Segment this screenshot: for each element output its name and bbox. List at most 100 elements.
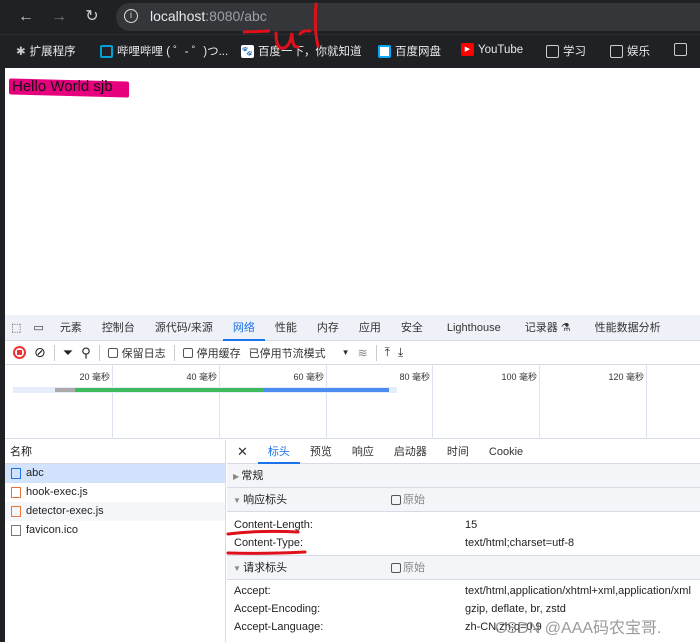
tab-lighthouse[interactable]: Lighthouse — [433, 315, 515, 341]
tab-sources[interactable]: 源代码/来源 — [145, 315, 223, 341]
tab-headers[interactable]: 标头 — [257, 440, 300, 464]
header-value: text/html,application/xhtml+xml,applicat… — [465, 585, 691, 597]
network-overview[interactable]: 20 毫秒 40 毫秒 60 毫秒 80 毫秒 100 毫秒 120 毫秒 — [5, 365, 700, 439]
bookmark-baidu[interactable]: 🐾 百度一下，你就知道 — [241, 43, 362, 59]
tab-preview[interactable]: 预览 — [300, 439, 342, 465]
tab-timing[interactable]: 时间 — [437, 439, 479, 465]
request-row[interactable]: abc — [5, 464, 225, 483]
back-button[interactable]: ← — [15, 6, 37, 28]
section-general[interactable]: ▶ 常规 — [227, 464, 700, 488]
folder-icon — [674, 43, 687, 56]
request-row[interactable]: detector-exec.js — [5, 502, 225, 521]
bookmark-extensions[interactable]: ✱ 扩展程序 — [16, 43, 76, 59]
tab-recorder[interactable]: 记录器 ⚗ — [515, 315, 581, 341]
script-icon — [11, 487, 21, 498]
tab-cookie[interactable]: Cookie — [479, 439, 533, 465]
folder-icon — [610, 44, 623, 58]
network-toolbar: ⊘ ⏷ ⚲ 保留日志 停用缓存 已停用节流模式 ▼ ≋ ⤒ ⤓ — [5, 341, 700, 365]
record-stop-icon[interactable] — [13, 346, 26, 359]
throttle-select[interactable]: 已停用节流模式 ▼ — [249, 345, 350, 361]
device-toolbar-icon[interactable]: ▭ — [27, 315, 49, 341]
close-icon[interactable]: ✕ — [227, 439, 258, 465]
baidu-netdisk-icon — [378, 44, 391, 58]
request-details: ✕ 标头 预览 响应 启动器 时间 Cookie ▶ 常规 ▼ 响应标头 原始 … — [227, 440, 700, 642]
throttle-value: 已停用节流模式 — [248, 347, 326, 360]
grid-line — [432, 365, 433, 439]
tab-initiator[interactable]: 启动器 — [384, 439, 437, 465]
detail-tabs: ✕ 标头 预览 响应 启动器 时间 Cookie — [227, 440, 700, 464]
tab-performance-insights[interactable]: 性能数据分析 — [581, 315, 671, 341]
header-name: Content-Length: — [234, 519, 313, 531]
tab-response[interactable]: 响应 — [342, 439, 384, 465]
header-value: 15 — [465, 519, 478, 531]
grid-line — [646, 365, 647, 439]
bookmark-bilibili[interactable]: 哔哩哔哩 ( ゜- ゜)つ... — [100, 43, 228, 59]
request-list: 名称 abc hook-exec.js detector-exec.js fav… — [5, 440, 226, 642]
youtube-icon: ▶ — [461, 43, 474, 56]
request-row[interactable]: hook-exec.js — [5, 483, 225, 502]
devtools-tabs: ⬚ ▭ 元素 控制台 源代码/来源 网络 性能 内存 应用 安全 Lightho… — [5, 315, 700, 341]
tab-application[interactable]: 应用 — [349, 315, 391, 341]
tab-performance[interactable]: 性能 — [265, 315, 307, 341]
section-request-headers[interactable]: ▼ 请求标头 原始 — [227, 556, 700, 580]
preserve-log-label: 保留日志 — [121, 347, 166, 360]
name-column-header[interactable]: 名称 — [5, 440, 225, 464]
bookmark-label: 学习 — [563, 46, 586, 58]
bookmark-youtube[interactable]: ▶ YouTube — [461, 43, 523, 56]
tick-label: 120 毫秒 — [608, 372, 644, 382]
page-text: Hello World sjb — [12, 78, 113, 95]
tab-security[interactable]: 安全 — [391, 315, 433, 341]
bar-download — [264, 388, 389, 392]
download-icon[interactable]: ⤓ — [398, 345, 403, 360]
header-row: Content-Length: 15 — [227, 516, 700, 534]
divider — [173, 344, 175, 361]
bilibili-icon — [100, 44, 113, 58]
triangle-down-icon: ▼ — [233, 564, 244, 573]
bookmark-label: 娱乐 — [627, 46, 650, 58]
url-text[interactable]: localhost:8080/abc — [150, 8, 267, 24]
bookmark-label: 百度网盘 — [395, 46, 441, 58]
bookmark-folder-study[interactable]: 学习 — [546, 43, 586, 59]
preserve-log-checkbox[interactable]: 保留日志 — [107, 345, 166, 361]
tick-label: 40 毫秒 — [186, 372, 217, 382]
section-response-headers[interactable]: ▼ 响应标头 原始 — [227, 488, 700, 512]
request-row[interactable]: favicon.ico — [5, 521, 225, 540]
bookmark-baidu-netdisk[interactable]: 百度网盘 — [378, 43, 441, 59]
file-icon — [11, 525, 21, 536]
search-icon[interactable]: ⚲ — [81, 345, 91, 361]
bookmark-folder-more[interactable] — [674, 43, 687, 56]
upload-icon[interactable]: ⤒ — [385, 345, 390, 360]
tab-elements[interactable]: 元素 — [50, 315, 92, 341]
forward-button[interactable]: → — [48, 6, 70, 28]
clear-icon[interactable]: ⊘ — [34, 344, 46, 361]
url-path: :8080/abc — [205, 8, 267, 24]
grid-line — [112, 365, 113, 439]
tab-memory[interactable]: 内存 — [307, 315, 349, 341]
raw-label: 原始 — [403, 562, 425, 574]
section-title: 请求标头 — [243, 562, 288, 574]
baidu-icon: 🐾 — [241, 44, 254, 58]
inspect-icon[interactable]: ⬚ — [5, 315, 27, 341]
request-name: detector-exec.js — [26, 505, 104, 517]
header-row: Accept: text/html,application/xhtml+xml,a… — [227, 582, 700, 600]
raw-checkbox[interactable]: 原始 — [391, 488, 425, 512]
reload-button[interactable]: ↻ — [81, 6, 103, 28]
header-name: Accept-Language: — [234, 621, 324, 633]
bar-queueing — [55, 388, 75, 392]
bookmark-label: 哔哩哔哩 ( ゜- ゜)つ... — [117, 46, 229, 58]
bookmark-label: 扩展程序 — [29, 46, 76, 58]
filter-icon[interactable]: ⏷ — [63, 345, 73, 361]
bar-waiting — [75, 388, 264, 392]
header-name: Accept-Encoding: — [234, 603, 321, 615]
tab-console[interactable]: 控制台 — [92, 315, 145, 341]
url-host: localhost — [150, 8, 206, 24]
request-name: favicon.ico — [26, 524, 78, 536]
tab-network[interactable]: 网络 — [222, 315, 265, 341]
bookmark-label: YouTube — [478, 43, 524, 56]
network-conditions-icon[interactable]: ≋ — [358, 346, 368, 360]
header-name: Accept: — [234, 585, 271, 597]
bookmark-folder-fun[interactable]: 娱乐 — [610, 43, 650, 59]
info-icon[interactable]: i — [124, 9, 138, 23]
disable-cache-checkbox[interactable]: 停用缓存 — [182, 345, 241, 361]
raw-checkbox[interactable]: 原始 — [391, 556, 425, 580]
